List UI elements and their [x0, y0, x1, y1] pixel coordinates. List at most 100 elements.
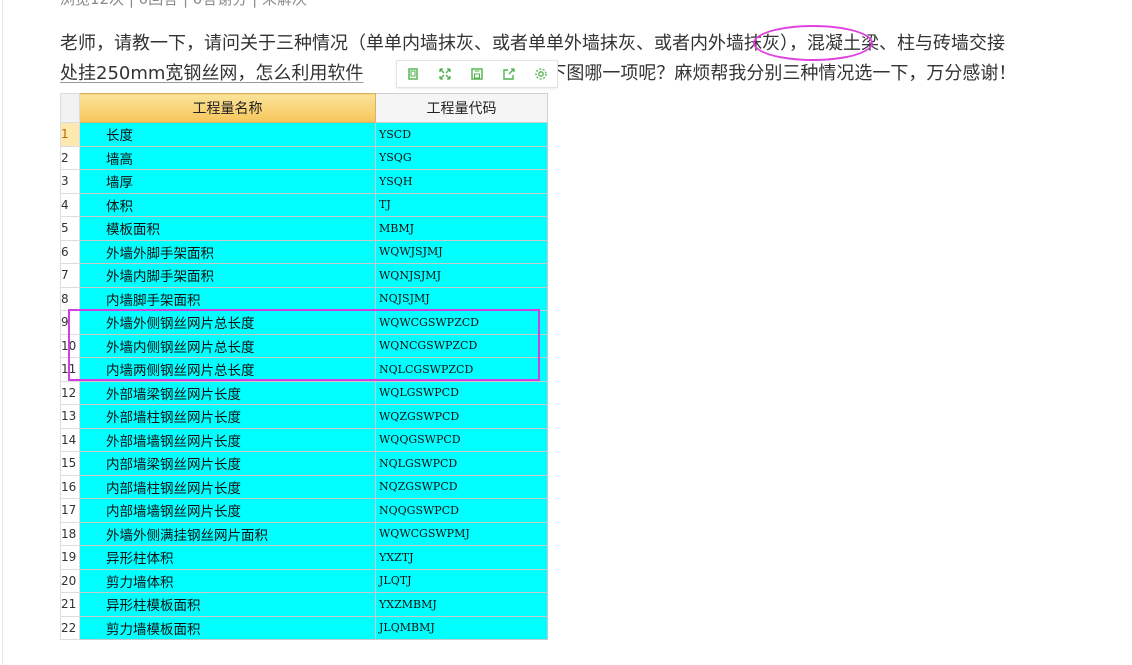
table-header-row: 工程量名称 工程量代码	[60, 93, 548, 123]
row-number: 14	[60, 427, 80, 452]
row-number: 20	[60, 568, 80, 593]
table-row[interactable]: 7 外墙内脚手架面积 WQNJSJMJ	[60, 263, 548, 288]
question-text-part: 要选下图哪一项呢？麻烦帮我分别三种情况选一下，万分感谢！	[512, 63, 1017, 84]
quantity-code-cell[interactable]: WQLGSWPCD	[375, 380, 548, 405]
question-text-part: 处挂250mm宽钢丝网，怎么利用软件	[60, 63, 364, 84]
quantity-name-cell[interactable]: 外墙外脚手架面积	[79, 239, 376, 264]
quantity-code-cell[interactable]: YXZMBMJ	[375, 592, 548, 617]
quantity-name-cell[interactable]: 外部墙柱钢丝网片长度	[79, 404, 376, 429]
row-number: 16	[60, 474, 80, 499]
row-number: 6	[60, 239, 80, 264]
quantity-name-cell[interactable]: 墙高	[79, 145, 376, 170]
row-number: 2	[60, 145, 80, 170]
quantity-code-cell[interactable]: NQZGSWPCD	[375, 474, 548, 499]
quantity-name-cell[interactable]: 内部墙墙钢丝网片长度	[79, 498, 376, 523]
row-number: 11	[60, 357, 80, 382]
quantity-name-cell[interactable]: 剪力墙体积	[79, 568, 376, 593]
quantity-code-cell[interactable]: WQZGSWPCD	[375, 404, 548, 429]
table-row[interactable]: 14 外部墙墙钢丝网片长度 WQQGSWPCD	[60, 427, 548, 452]
quantity-code-cell[interactable]: YSCD	[375, 122, 548, 147]
table-row[interactable]: 4 体积 TJ	[60, 192, 548, 217]
quantity-code-cell[interactable]: YXZTJ	[375, 545, 548, 570]
row-number: 4	[60, 192, 80, 217]
quantity-code-cell[interactable]: YSQH	[375, 169, 548, 194]
quantity-code-cell[interactable]: NQLGSWPCD	[375, 451, 548, 476]
table-row[interactable]: 17 内部墙墙钢丝网片长度 NQQGSWPCD	[60, 498, 548, 523]
quantity-name-cell[interactable]: 墙厚	[79, 169, 376, 194]
quantity-name-cell[interactable]: 剪力墙模板面积	[79, 615, 376, 640]
save-icon[interactable]	[469, 66, 485, 82]
quantity-code-cell[interactable]: NQLCGSWPZCD	[375, 357, 548, 382]
row-number: 5	[60, 216, 80, 241]
quantity-code-cell[interactable]: MBMJ	[375, 216, 548, 241]
image-toolbar	[396, 60, 558, 88]
row-number: 22	[60, 615, 80, 640]
row-number: 10	[60, 333, 80, 358]
quantity-name-cell[interactable]: 外墙外侧钢丝网片总长度	[79, 310, 376, 335]
quantity-name-cell[interactable]: 外墙内脚手架面积	[79, 263, 376, 288]
table-row[interactable]: 5 模板面积 MBMJ	[60, 216, 548, 241]
quantity-name-cell[interactable]: 长度	[79, 122, 376, 147]
table-row[interactable]: 6 外墙外脚手架面积 WQWJSJMJ	[60, 239, 548, 264]
column-header-name: 工程量名称	[79, 93, 376, 123]
table-row[interactable]: 12 外部墙梁钢丝网片长度 WQLGSWPCD	[60, 380, 548, 405]
quantity-code-cell[interactable]: TJ	[375, 192, 548, 217]
settings-icon[interactable]	[533, 66, 549, 82]
table-row[interactable]: 13 外部墙柱钢丝网片长度 WQZGSWPCD	[60, 404, 548, 429]
quantity-code-cell[interactable]: WQWCGSWPMJ	[375, 521, 548, 546]
quantity-name-cell[interactable]: 外部墙墙钢丝网片长度	[79, 427, 376, 452]
table-row[interactable]: 18 外墙外侧满挂钢丝网片面积 WQWCGSWPMJ	[60, 521, 548, 546]
quantity-name-cell[interactable]: 内墙脚手架面积	[79, 286, 376, 311]
table-row[interactable]: 11 内墙两侧钢丝网片总长度 NQLCGSWPZCD	[60, 357, 548, 382]
quantity-name-cell[interactable]: 外部墙梁钢丝网片长度	[79, 380, 376, 405]
quantity-code-cell[interactable]: WQNJSJMJ	[375, 263, 548, 288]
row-number: 19	[60, 545, 80, 570]
share-icon[interactable]	[501, 66, 517, 82]
quantity-code-cell[interactable]: JLQMBMJ	[375, 615, 548, 640]
row-number: 9	[60, 310, 80, 335]
table-row[interactable]: 20 剪力墙体积 JLQTJ	[60, 568, 548, 593]
quantity-code-cell[interactable]: YSQG	[375, 145, 548, 170]
row-number: 13	[60, 404, 80, 429]
table-row[interactable]: 10 外墙内侧钢丝网片总长度 WQNCGSWPZCD	[60, 333, 548, 358]
table-row[interactable]: 19 异形柱体积 YXZTJ	[60, 545, 548, 570]
table-row[interactable]: 21 异形柱模板面积 YXZMBMJ	[60, 592, 548, 617]
table-row[interactable]: 16 内部墙柱钢丝网片长度 NQZGSWPCD	[60, 474, 548, 499]
quantity-name-cell[interactable]: 外墙外侧满挂钢丝网片面积	[79, 521, 376, 546]
table-row[interactable]: 3 墙厚 YSQH	[60, 169, 548, 194]
quantity-name-cell[interactable]: 内部墙柱钢丝网片长度	[79, 474, 376, 499]
table-row[interactable]: 1 长度 YSCD	[60, 122, 548, 147]
table-row[interactable]: 15 内部墙梁钢丝网片长度 NQLGSWPCD	[60, 451, 548, 476]
row-number: 12	[60, 380, 80, 405]
copy-icon[interactable]	[405, 66, 421, 82]
question-text-line-1: 老师，请教一下，请问关于三种情况（单单内墙抹灰、或者单单外墙抹灰、或者内外墙抹灰…	[60, 29, 1130, 59]
question-meta: 浏览12次 | 0回答 | 0答谢分 | 未解决	[60, 0, 307, 8]
quantity-code-cell[interactable]: JLQTJ	[375, 568, 548, 593]
quantity-name-cell[interactable]: 内部墙梁钢丝网片长度	[79, 451, 376, 476]
expand-icon[interactable]	[437, 66, 453, 82]
table-row[interactable]: 22 剪力墙模板面积 JLQMBMJ	[60, 615, 548, 640]
row-number: 8	[60, 286, 80, 311]
quantity-name-cell[interactable]: 外墙内侧钢丝网片总长度	[79, 333, 376, 358]
quantity-code-cell[interactable]: WQWJSJMJ	[375, 239, 548, 264]
question-text-part: 老师，请教一下，请问关于三种情况（单单内墙抹灰、或者单单外墙抹灰、或者	[60, 33, 690, 54]
row-number: 7	[60, 263, 80, 288]
quantity-name-cell[interactable]: 内墙两侧钢丝网片总长度	[79, 357, 376, 382]
row-number: 17	[60, 498, 80, 523]
quantity-code-cell[interactable]: WQWCGSWPZCD	[375, 310, 548, 335]
annotation-circle	[753, 25, 873, 61]
quantity-code-cell[interactable]: NQJSJMJ	[375, 286, 548, 311]
quantity-code-cell[interactable]: WQQGSWPCD	[375, 427, 548, 452]
table-row[interactable]: 9 外墙外侧钢丝网片总长度 WQWCGSWPZCD	[60, 310, 548, 335]
quantity-code-cell[interactable]: WQNCGSWPZCD	[375, 333, 548, 358]
row-number: 1	[60, 122, 80, 147]
quantity-code-cell[interactable]: NQQGSWPCD	[375, 498, 548, 523]
quantity-name-cell[interactable]: 模板面积	[79, 216, 376, 241]
quantity-name-cell[interactable]: 异形柱体积	[79, 545, 376, 570]
table-row[interactable]: 2 墙高 YSQG	[60, 145, 548, 170]
quantity-name-cell[interactable]: 体积	[79, 192, 376, 217]
row-index-header	[60, 93, 80, 123]
row-number: 21	[60, 592, 80, 617]
table-row[interactable]: 8 内墙脚手架面积 NQJSJMJ	[60, 286, 548, 311]
quantity-name-cell[interactable]: 异形柱模板面积	[79, 592, 376, 617]
